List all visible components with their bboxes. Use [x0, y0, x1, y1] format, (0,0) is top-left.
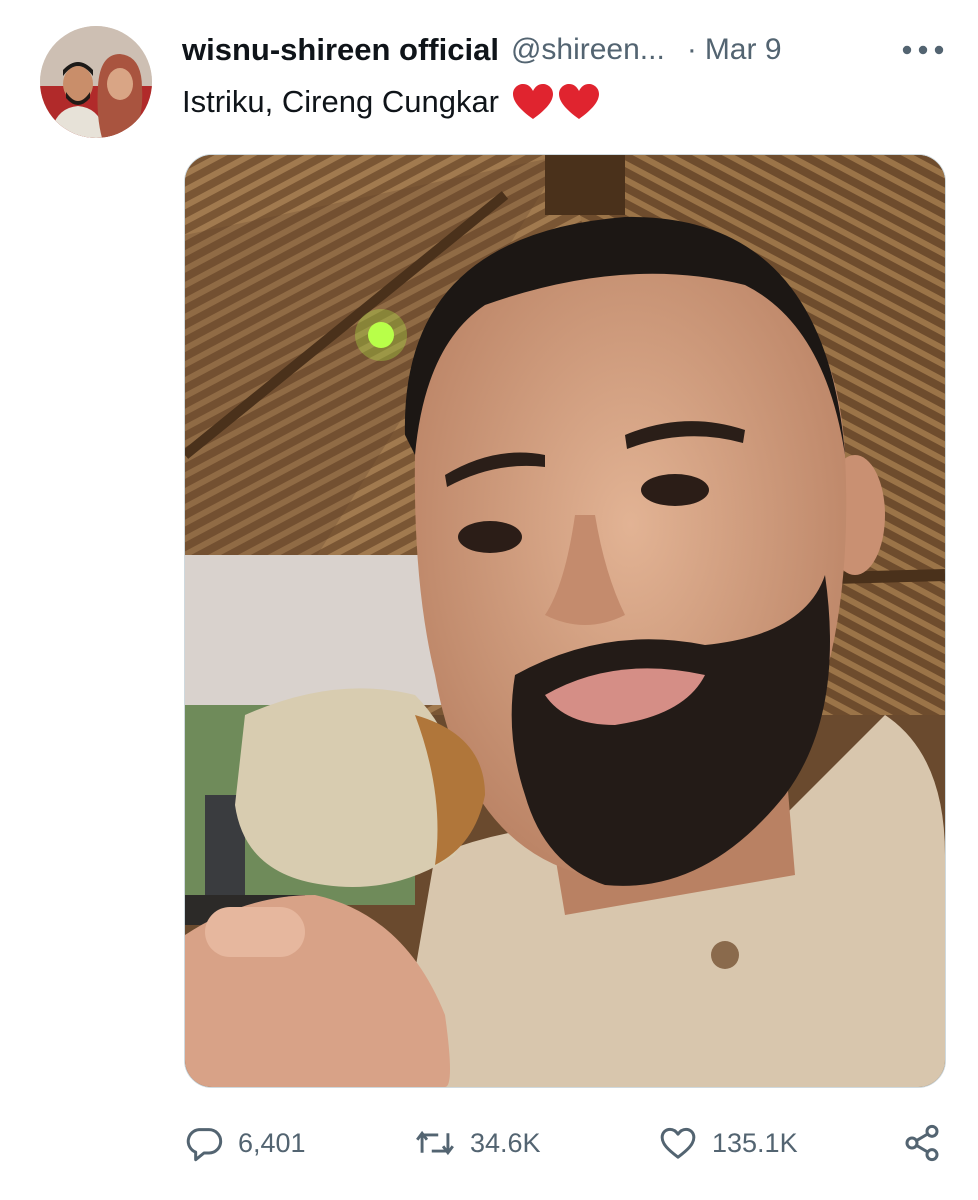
retweet-icon — [416, 1130, 454, 1156]
header-separator: · — [686, 33, 697, 66]
more-button[interactable] — [898, 32, 948, 68]
share-button[interactable] — [902, 1116, 942, 1170]
reply-count: 6,401 — [238, 1127, 306, 1158]
tweet-photo[interactable] — [184, 154, 946, 1088]
display-name[interactable]: wisnu-shireen official — [182, 32, 499, 68]
more-icon — [902, 45, 944, 55]
like-button[interactable]: 135.1K — [658, 1116, 798, 1170]
red-heart-icon — [513, 84, 554, 119]
reply-icon — [186, 1128, 223, 1162]
profile-avatar[interactable] — [40, 26, 152, 138]
reply-button[interactable]: 6,401 — [184, 1116, 306, 1170]
like-count: 135.1K — [712, 1127, 798, 1158]
share-icon — [905, 1124, 939, 1162]
tweet-header: wisnu-shireen official @shireen... · Mar… — [182, 30, 862, 70]
retweet-button[interactable]: 34.6K — [414, 1116, 541, 1170]
avatar-photo — [40, 26, 152, 138]
like-icon — [660, 1127, 696, 1159]
red-heart-icon — [559, 84, 600, 119]
tweet-date[interactable]: Mar 9 — [705, 33, 782, 67]
user-handle[interactable]: @shireen... — [511, 33, 665, 67]
tweet-emoji — [511, 83, 601, 121]
action-bar: 6,401 34.6K 135.1K — [184, 1116, 944, 1170]
selfie-photo — [185, 155, 945, 1087]
tweet-text-row: Istriku, Cireng Cungkar — [182, 80, 601, 124]
tweet-text: Istriku, Cireng Cungkar — [182, 84, 500, 119]
retweet-count: 34.6K — [470, 1127, 541, 1158]
